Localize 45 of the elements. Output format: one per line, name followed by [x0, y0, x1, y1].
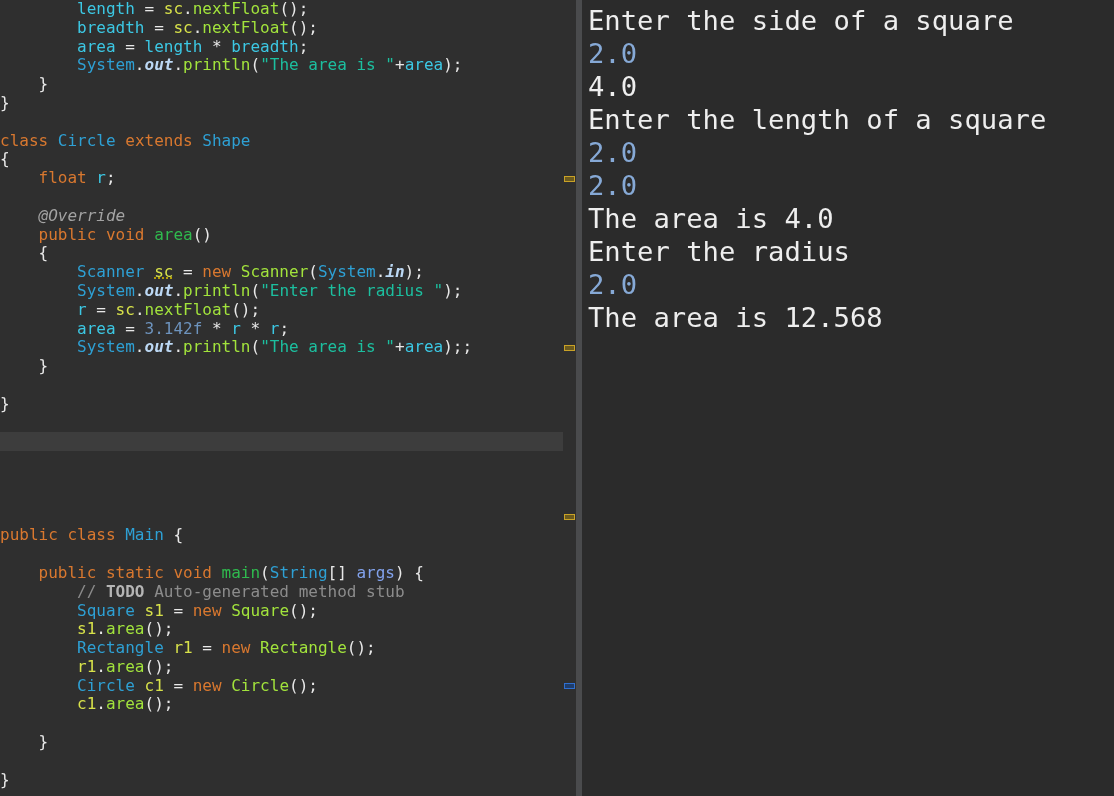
- output-text: Enter the radius: [588, 235, 851, 268]
- code-line: c1.area();: [76, 695, 175, 715]
- code-line: public static void main(String[] args) {: [37, 563, 425, 583]
- output-text: 4.0: [588, 70, 639, 103]
- output-text: The area is 4.0: [588, 202, 835, 235]
- output-text: The area is 12.568: [588, 301, 884, 334]
- code-line: System.out.println("The area is "+area);: [76, 56, 464, 76]
- code-line: // TODO Auto-generated method stub: [76, 582, 406, 602]
- code-line: }: [37, 733, 50, 752]
- code-line: Circle c1 = new Circle();: [76, 676, 319, 696]
- code-line: }: [0, 94, 11, 113]
- code-line: Scanner sc = new Scanner(System.in);: [76, 263, 425, 282]
- code-line: length = sc.nextFloat();: [76, 0, 310, 19]
- typed-text: 2.0: [588, 169, 639, 202]
- warning-marker-icon[interactable]: [564, 175, 575, 182]
- code-line: float r;: [37, 169, 117, 188]
- code-line: Square s1 = new Square();: [76, 601, 319, 621]
- code-line: area = length * breadth;: [76, 37, 310, 57]
- code-line: {: [37, 244, 50, 264]
- code-line: }: [37, 75, 50, 94]
- code-line: @Override: [37, 206, 127, 226]
- typed-text: 2.0: [588, 37, 639, 70]
- code-line: area = 3.142f * r * r;: [76, 319, 291, 339]
- code-line: }: [0, 394, 11, 414]
- code-line: Rectangle r1 = new Rectangle();: [76, 639, 377, 658]
- code-editor[interactable]: [0, 0, 576, 796]
- info-marker-icon[interactable]: [564, 683, 575, 690]
- output-text: Enter the side of a square: [588, 4, 1015, 37]
- code-line: System.out.println("The area is "+area);;: [76, 338, 474, 358]
- code-line: System.out.println("Enter the radius ");: [76, 281, 464, 301]
- code-line: class Circle extends Shape: [0, 131, 252, 151]
- code-line: r1.area();: [76, 657, 175, 677]
- warning-marker-icon[interactable]: [564, 344, 575, 351]
- code-line: breadth = sc.nextFloat();: [76, 18, 319, 38]
- code-line: }: [0, 770, 11, 790]
- typed-text: 2.0: [588, 268, 639, 301]
- output-text: Enter the length of a square: [588, 103, 1048, 136]
- typed-text: 2.0: [588, 136, 639, 169]
- code-line: public void area(): [37, 225, 213, 245]
- code-line: public class Main {: [0, 526, 185, 546]
- code-line: s1.area();: [76, 620, 175, 640]
- code-line: {: [0, 150, 11, 170]
- code-line: r = sc.nextFloat();: [76, 300, 262, 320]
- warning-marker-icon[interactable]: [564, 513, 575, 520]
- code-line: }: [37, 357, 50, 376]
